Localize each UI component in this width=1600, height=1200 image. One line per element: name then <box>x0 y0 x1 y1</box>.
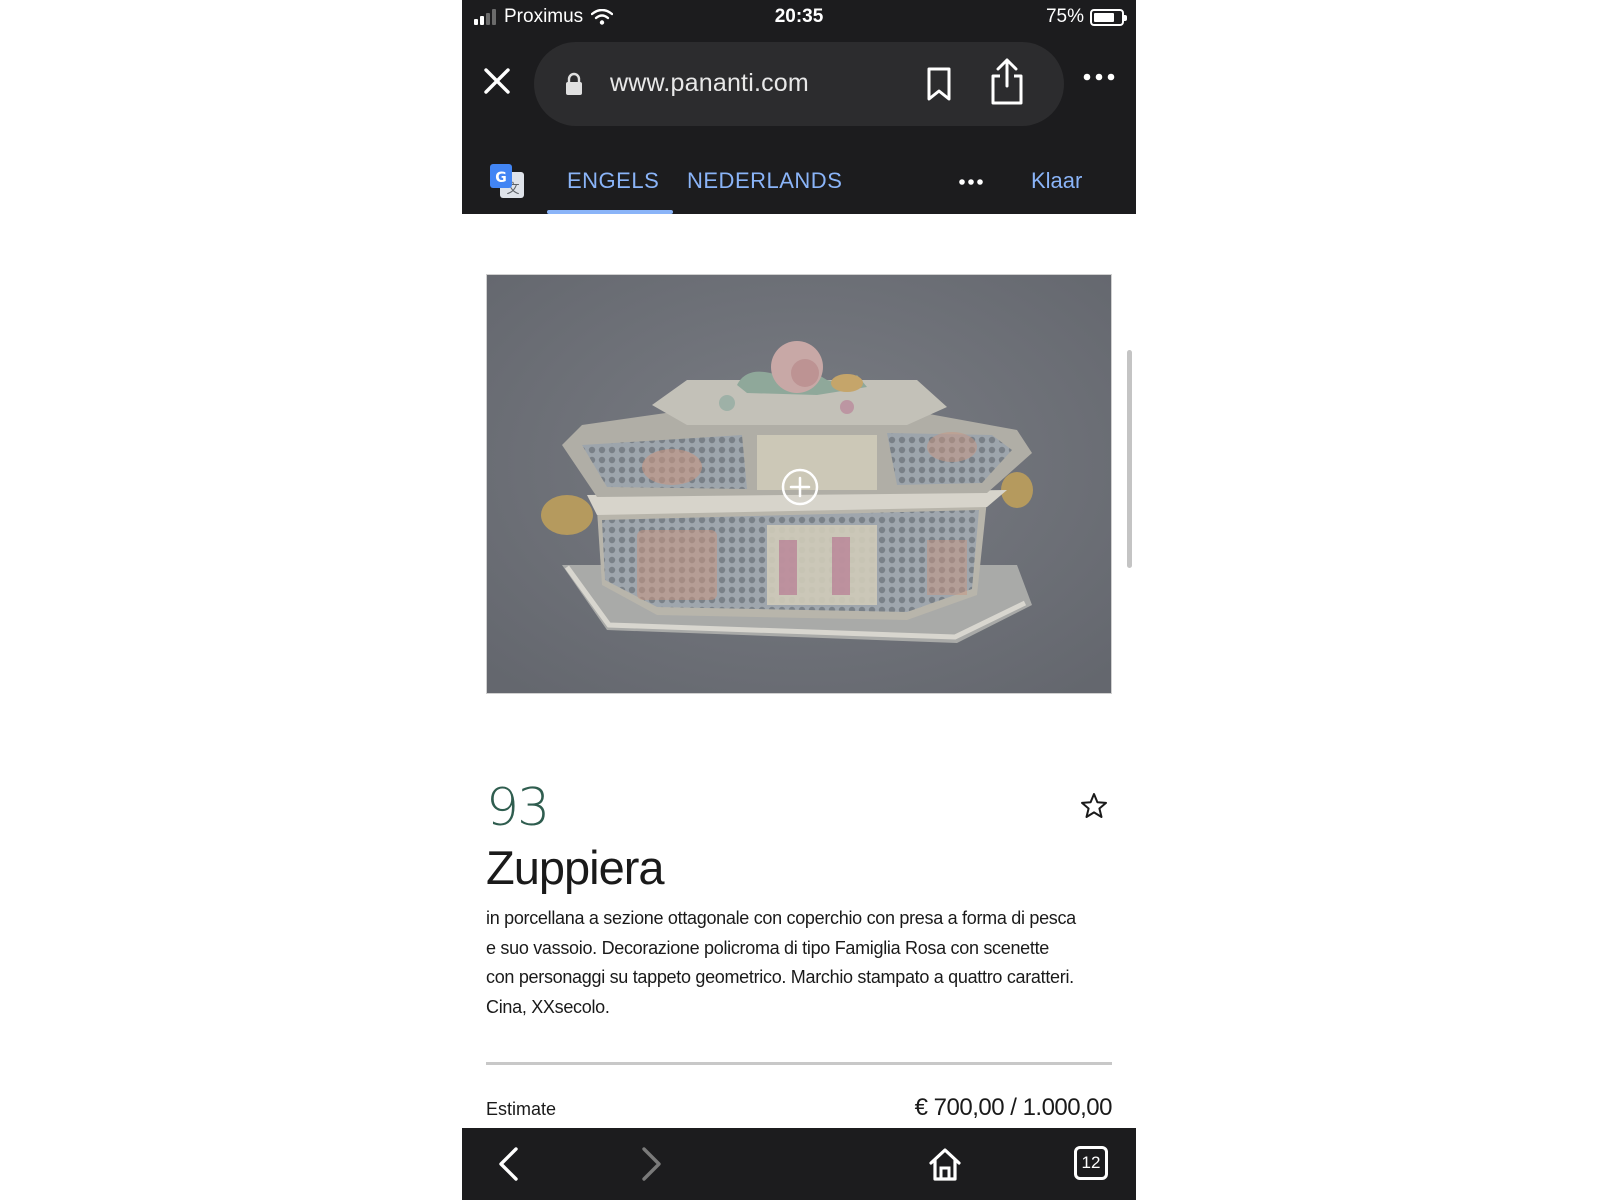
more-icon[interactable] <box>1082 72 1116 82</box>
status-bar: Proximus 20:35 75% <box>462 0 1136 36</box>
estimate-label: Estimate <box>486 1099 557 1119</box>
google-translate-icon: 文 G <box>490 164 524 198</box>
browser-toolbar: www.pananti.com <box>462 36 1136 136</box>
battery-icon <box>1090 8 1127 26</box>
clock: 20:35 <box>774 6 824 27</box>
bottom-toolbar: 12 <box>462 1128 1136 1200</box>
divider <box>486 1062 1112 1065</box>
translate-bar: 文 G ENGELS NEDERLANDS Klaar <box>462 136 1136 214</box>
forward-arrow-icon[interactable] <box>640 1146 664 1182</box>
home-icon[interactable] <box>928 1146 962 1182</box>
translate-more-icon[interactable] <box>958 178 984 186</box>
estimate-value: € 700,00 / 1.000,00 <box>914 1094 1113 1121</box>
battery-percent: 75% <box>1045 6 1084 27</box>
lot-title: Zuppiera <box>486 841 664 894</box>
close-icon[interactable] <box>480 64 514 98</box>
lot-description: in porcellana a sezione ottagonale con c… <box>486 908 1076 1017</box>
active-tab-indicator <box>547 210 673 214</box>
done-button[interactable]: Klaar <box>1031 168 1082 194</box>
lock-icon <box>566 72 582 95</box>
url-text: www.pananti.com <box>610 69 809 97</box>
battery-fill <box>1094 12 1114 22</box>
tabs-icon[interactable]: 12 <box>1074 1146 1108 1180</box>
phone-screen: Proximus 20:35 75% www.pananti.com 文 G E… <box>462 0 1136 1200</box>
tab-nederlands[interactable]: NEDERLANDS <box>687 168 842 194</box>
address-bar[interactable]: www.pananti.com <box>534 42 1064 126</box>
lot-number: 93 <box>486 778 550 838</box>
scrollbar[interactable] <box>1127 350 1132 568</box>
product-image[interactable] <box>486 274 1112 694</box>
bookmark-icon[interactable] <box>924 66 954 102</box>
share-icon[interactable] <box>989 58 1025 106</box>
star-icon[interactable] <box>1080 792 1108 820</box>
svg-text:G: G <box>495 170 507 186</box>
back-arrow-icon[interactable] <box>496 1146 520 1182</box>
status-right: 75% <box>1045 6 1127 28</box>
tureen-illustration <box>487 275 1111 693</box>
tab-engels[interactable]: ENGELS <box>567 168 659 194</box>
